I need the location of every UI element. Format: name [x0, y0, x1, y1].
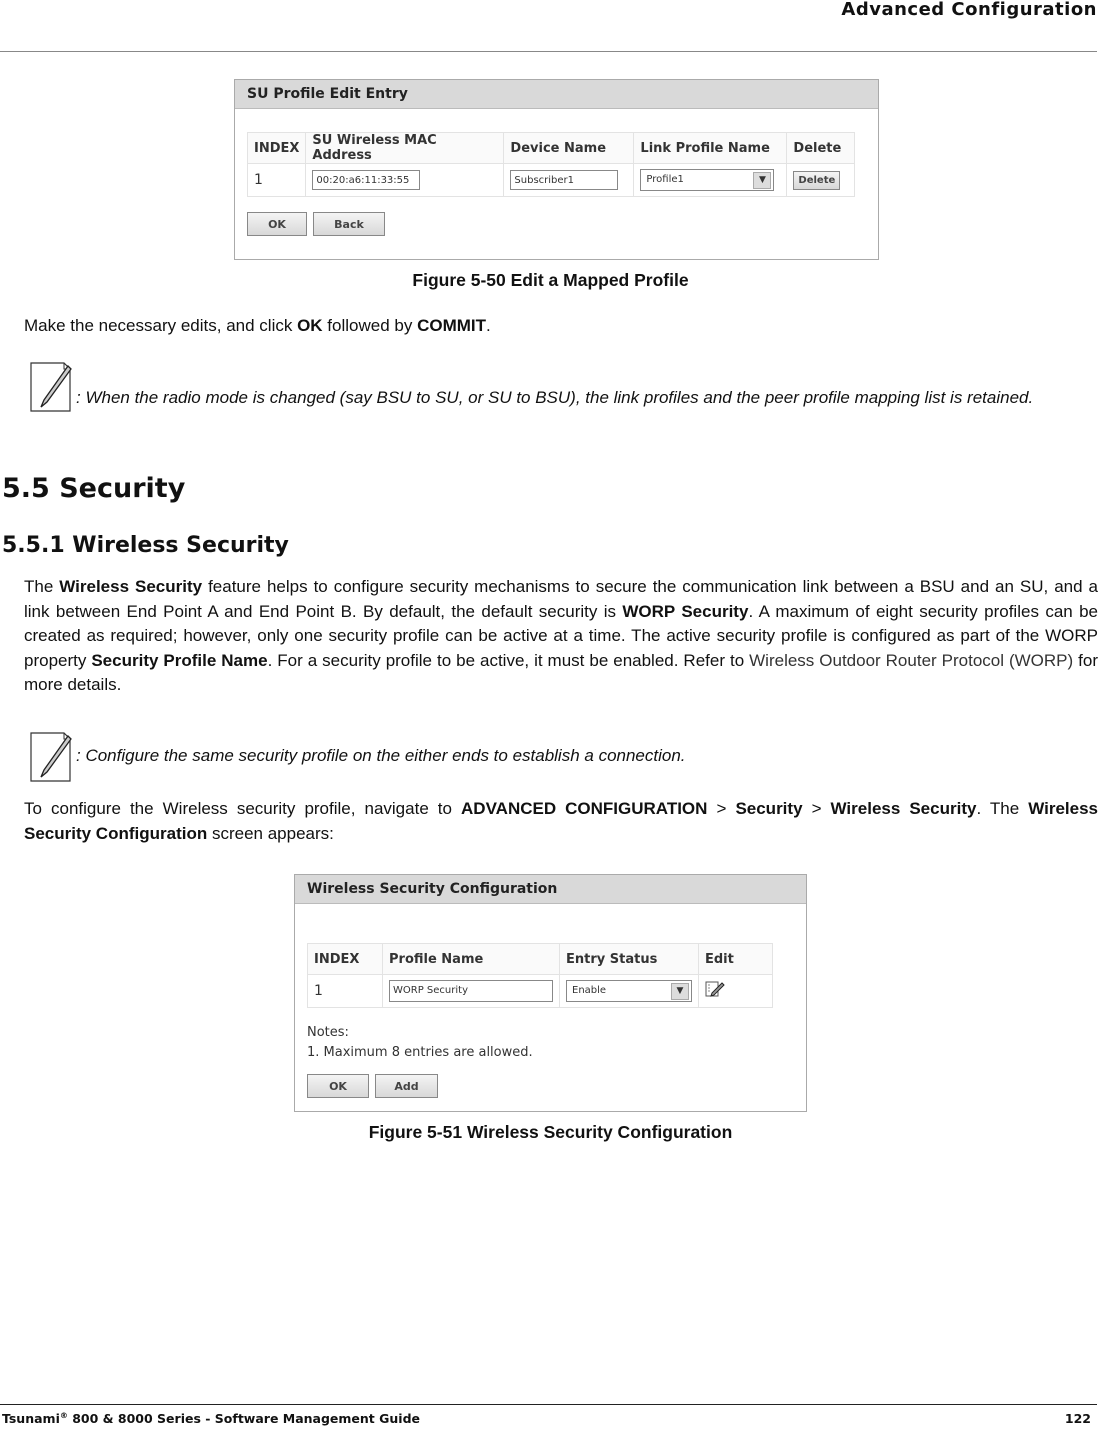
edit-icon[interactable] [705, 980, 725, 998]
text: . For a security profile to be active, i… [267, 650, 750, 670]
delete-button[interactable]: Delete [793, 170, 841, 190]
link-profile-value: Profile1 [646, 174, 684, 185]
table-header-row: INDEX SU Wireless MAC Address Device Nam… [246, 132, 855, 164]
text: > [707, 799, 736, 818]
note-text: : When the radio mode is changed (say BS… [76, 388, 1034, 407]
bold-text: Wireless Security [59, 577, 203, 596]
add-button[interactable]: Add [375, 1074, 438, 1098]
notes: Notes: 1. Maximum 8 entries are allowed. [307, 1023, 533, 1063]
text: To configure the Wireless security profi… [24, 799, 462, 818]
header-rule [0, 51, 1097, 52]
notes-title: Notes: [307, 1025, 349, 1040]
text: followed by [322, 316, 418, 335]
figure-caption: Figure 5-51 Wireless Security Configurat… [368, 1122, 733, 1142]
text: Tsunami [2, 1411, 60, 1427]
profile-name-input[interactable]: WORP Security [389, 980, 553, 1002]
bold-text: Security Profile Name [91, 650, 268, 670]
chevron-down-icon: ▼ [671, 983, 689, 1000]
notes-item: 1. Maximum 8 entries are allowed. [307, 1045, 533, 1060]
su-profile-table: INDEX SU Wireless MAC Address Device Nam… [246, 132, 855, 197]
entry-status-select[interactable]: Enable ▼ [566, 980, 692, 1002]
chevron-down-icon: ▼ [753, 172, 772, 189]
note-text: : Configure the same security profile on… [76, 746, 686, 765]
row-index: 1 [246, 163, 307, 197]
footer-rule [0, 1404, 1097, 1405]
col-device-name: Device Name [503, 132, 635, 164]
col-entry-status: Entry Status [559, 943, 699, 975]
col-index: INDEX [307, 943, 383, 975]
bold-text: ADVANCED CONFIGURATION [461, 799, 708, 818]
col-index: INDEX [246, 132, 307, 164]
table-row: 1 00:20:a6:11:33:55 Subscriber1 Profile1… [246, 163, 855, 197]
figure-caption: Figure 5-50 Edit a Mapped Profile [412, 270, 689, 290]
text: . [486, 316, 491, 335]
col-edit: Edit [698, 943, 773, 975]
text: . The [976, 799, 1029, 818]
row-index: 1 [307, 974, 383, 1008]
worp-link[interactable]: Wireless Outdoor Router Protocol (WORP) [749, 651, 1073, 670]
col-mac: SU Wireless MAC Address [305, 132, 505, 164]
text: screen appears: [207, 823, 334, 843]
note: : When the radio mode is changed (say BS… [30, 362, 1091, 432]
wireless-security-config-panel: Wireless Security Configuration INDEX Pr… [294, 874, 807, 1112]
text: 800 & 8000 Series - Software Management … [67, 1411, 421, 1427]
registered-mark: ® [59, 1411, 68, 1420]
su-profile-edit-panel: SU Profile Edit Entry INDEX SU Wireless … [234, 79, 879, 260]
paragraph: The Wireless Security feature helps to c… [24, 575, 1098, 698]
paragraph: Make the necessary edits, and click OK f… [24, 314, 1098, 339]
device-name-input[interactable]: Subscriber1 [510, 170, 619, 190]
bold-text: Wireless Security [830, 799, 977, 818]
subsection-heading: 5.5.1 Wireless Security [2, 533, 289, 558]
note-pencil-icon [30, 732, 72, 782]
table-header-row: INDEX Profile Name Entry Status Edit [307, 943, 773, 975]
wireless-security-table: INDEX Profile Name Entry Status Edit 1 W… [307, 943, 773, 1008]
note: : Configure the same security profile on… [30, 732, 1091, 787]
bold-text: OK [297, 316, 323, 335]
entry-status-value: Enable [572, 985, 607, 996]
section-heading: 5.5 Security [2, 473, 186, 504]
page-number: 122 [1064, 1411, 1091, 1426]
back-button[interactable]: Back [313, 212, 385, 236]
bold-text: Security [735, 799, 803, 818]
table-row: 1 WORP Security Enable ▼ [307, 974, 773, 1008]
paragraph: To configure the Wireless security profi… [24, 797, 1098, 846]
panel-title: SU Profile Edit Entry [235, 80, 878, 109]
ok-button[interactable]: OK [307, 1074, 369, 1098]
link-profile-select[interactable]: Profile1 ▼ [640, 169, 775, 191]
ok-button[interactable]: OK [247, 212, 307, 236]
col-profile-name: Profile Name [382, 943, 560, 975]
running-header: Advanced Configuration [841, 0, 1097, 20]
text: > [802, 799, 831, 818]
note-pencil-icon [30, 362, 72, 412]
col-link-profile: Link Profile Name [633, 132, 788, 164]
text: The [24, 577, 60, 596]
footer-doc-title: Tsunami® 800 & 8000 Series - Software Ma… [2, 1411, 420, 1426]
bold-text: WORP Security [622, 601, 749, 621]
panel-title: Wireless Security Configuration [295, 875, 806, 904]
bold-text: COMMIT [417, 316, 487, 335]
mac-address-input[interactable]: 00:20:a6:11:33:55 [312, 170, 421, 190]
col-delete: Delete [786, 132, 855, 164]
text: Make the necessary edits, and click [24, 316, 298, 335]
